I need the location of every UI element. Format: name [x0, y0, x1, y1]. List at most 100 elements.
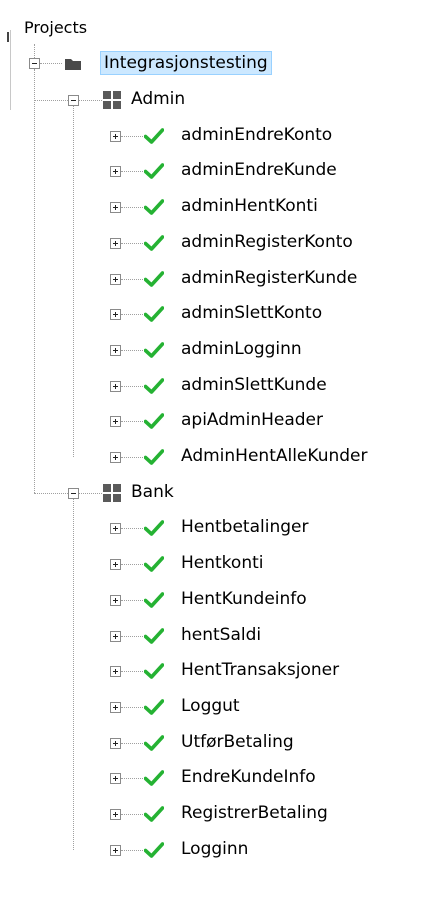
check-icon [143, 699, 165, 715]
tree-line-root [34, 44, 35, 58]
item-expand-toggle[interactable] [110, 701, 121, 713]
item-expand-toggle[interactable] [110, 844, 121, 856]
tree-line-item [121, 171, 143, 173]
tree-line-item [121, 421, 143, 423]
item-expand-toggle[interactable] [110, 809, 121, 820]
check-icon [143, 556, 165, 572]
tree-item[interactable]: adminEndreKonto [181, 124, 332, 146]
check-icon [143, 199, 165, 215]
item-expand-toggle[interactable] [110, 344, 121, 356]
item-expand-toggle[interactable] [110, 452, 121, 463]
group-label-bank[interactable]: Bank [131, 481, 174, 503]
tree-item[interactable]: hentSaldi [181, 624, 261, 646]
item-expand-toggle[interactable] [110, 130, 121, 142]
check-icon [143, 342, 165, 358]
item-expand-toggle[interactable] [110, 237, 121, 249]
check-icon [143, 234, 165, 251]
tree-line-item [121, 706, 143, 708]
item-expand-toggle[interactable] [110, 559, 121, 571]
tree-line-item [121, 135, 143, 137]
tree-line-project [40, 63, 62, 64]
tree-item[interactable]: UtførBetaling [181, 731, 294, 753]
tree-item[interactable]: adminHentKonti [181, 195, 318, 217]
tree-line-item [121, 635, 143, 637]
group-label-admin[interactable]: Admin [131, 88, 185, 110]
check-icon [143, 449, 165, 465]
tree-item[interactable]: HentTransaksjoner [181, 659, 339, 681]
tree-line-to-group [34, 100, 68, 101]
tree-line-group-admin [79, 100, 102, 101]
tree-line-group-bank [79, 492, 102, 494]
item-expand-toggle[interactable] [110, 666, 121, 678]
check-icon [143, 734, 165, 751]
panel-left-border [10, 30, 11, 110]
item-expand-toggle[interactable] [110, 202, 121, 214]
check-icon [143, 591, 165, 608]
tree-item[interactable]: Hentkonti [181, 552, 264, 574]
tree-line-project-children [34, 69, 35, 493]
check-icon [143, 413, 165, 430]
check-icon [143, 806, 165, 822]
folder-icon [64, 56, 82, 70]
tree-line-item [121, 849, 143, 851]
tree-item[interactable]: adminSlettKonto [181, 302, 322, 324]
check-icon [143, 306, 165, 322]
tree-item[interactable]: Logginn [181, 838, 248, 860]
check-icon [143, 841, 165, 858]
tree-item[interactable]: adminLogginn [181, 338, 302, 360]
item-expand-toggle[interactable] [110, 166, 121, 178]
tree-line-item [121, 385, 143, 387]
tree-line-item [121, 671, 143, 673]
tree-line-to-group [34, 492, 68, 494]
tree-item[interactable]: Loggut [181, 695, 240, 717]
tree-item[interactable]: adminRegisterKunde [181, 267, 357, 289]
item-expand-toggle[interactable] [110, 773, 121, 785]
check-icon [143, 127, 165, 144]
tree-line-item [121, 314, 143, 316]
item-expand-toggle[interactable] [110, 380, 121, 392]
tree-line-item [121, 528, 143, 530]
tree-item[interactable]: adminSlettKunde [181, 374, 327, 396]
grid-icon [103, 91, 121, 109]
tree-line-group-children-bank [73, 498, 74, 850]
item-expand-toggle[interactable] [110, 630, 121, 642]
tree-item[interactable]: adminRegisterKonto [181, 231, 353, 253]
tree-item[interactable]: EndreKundeInfo [181, 766, 316, 788]
check-icon [143, 627, 165, 644]
item-expand-toggle[interactable] [110, 416, 121, 428]
tree-line-item [121, 778, 143, 780]
tree-line-item [121, 457, 143, 458]
tree-line-item [121, 564, 143, 566]
grid-icon [103, 483, 121, 502]
tree-item[interactable]: adminEndreKunde [181, 159, 337, 181]
check-icon [143, 270, 165, 287]
tree-line-item [121, 242, 143, 244]
group-collapse-toggle-admin[interactable] [68, 95, 79, 106]
project-collapse-toggle[interactable] [29, 58, 40, 69]
item-expand-toggle[interactable] [110, 273, 121, 285]
check-icon [143, 663, 165, 679]
check-icon [143, 520, 165, 537]
group-collapse-toggle-bank[interactable] [68, 487, 79, 499]
item-expand-toggle[interactable] [110, 309, 121, 321]
tree-line-item [121, 599, 143, 601]
tree-line-group-children-admin [73, 106, 74, 457]
tree-line-item [121, 278, 143, 280]
panel-edge-mark [7, 32, 9, 42]
item-expand-toggle[interactable] [110, 523, 121, 535]
tree-root-label: Projects [24, 18, 88, 37]
project-label[interactable]: Integrasjonstesting [100, 51, 272, 75]
tree-item[interactable]: HentKundeinfo [181, 588, 307, 610]
tree-line-item [121, 349, 143, 351]
tree-line-item [121, 207, 143, 209]
tree-item[interactable]: AdminHentAlleKunder [181, 445, 368, 467]
tree-item[interactable]: apiAdminHeader [181, 409, 323, 431]
check-icon [143, 770, 165, 787]
tree-item[interactable]: Hentbetalinger [181, 516, 308, 538]
tree-line-item [121, 742, 143, 744]
check-icon [143, 377, 165, 394]
item-expand-toggle[interactable] [110, 594, 121, 606]
item-expand-toggle[interactable] [110, 737, 121, 749]
tree-item[interactable]: RegistrerBetaling [181, 802, 328, 824]
tree-line-item [121, 814, 143, 815]
